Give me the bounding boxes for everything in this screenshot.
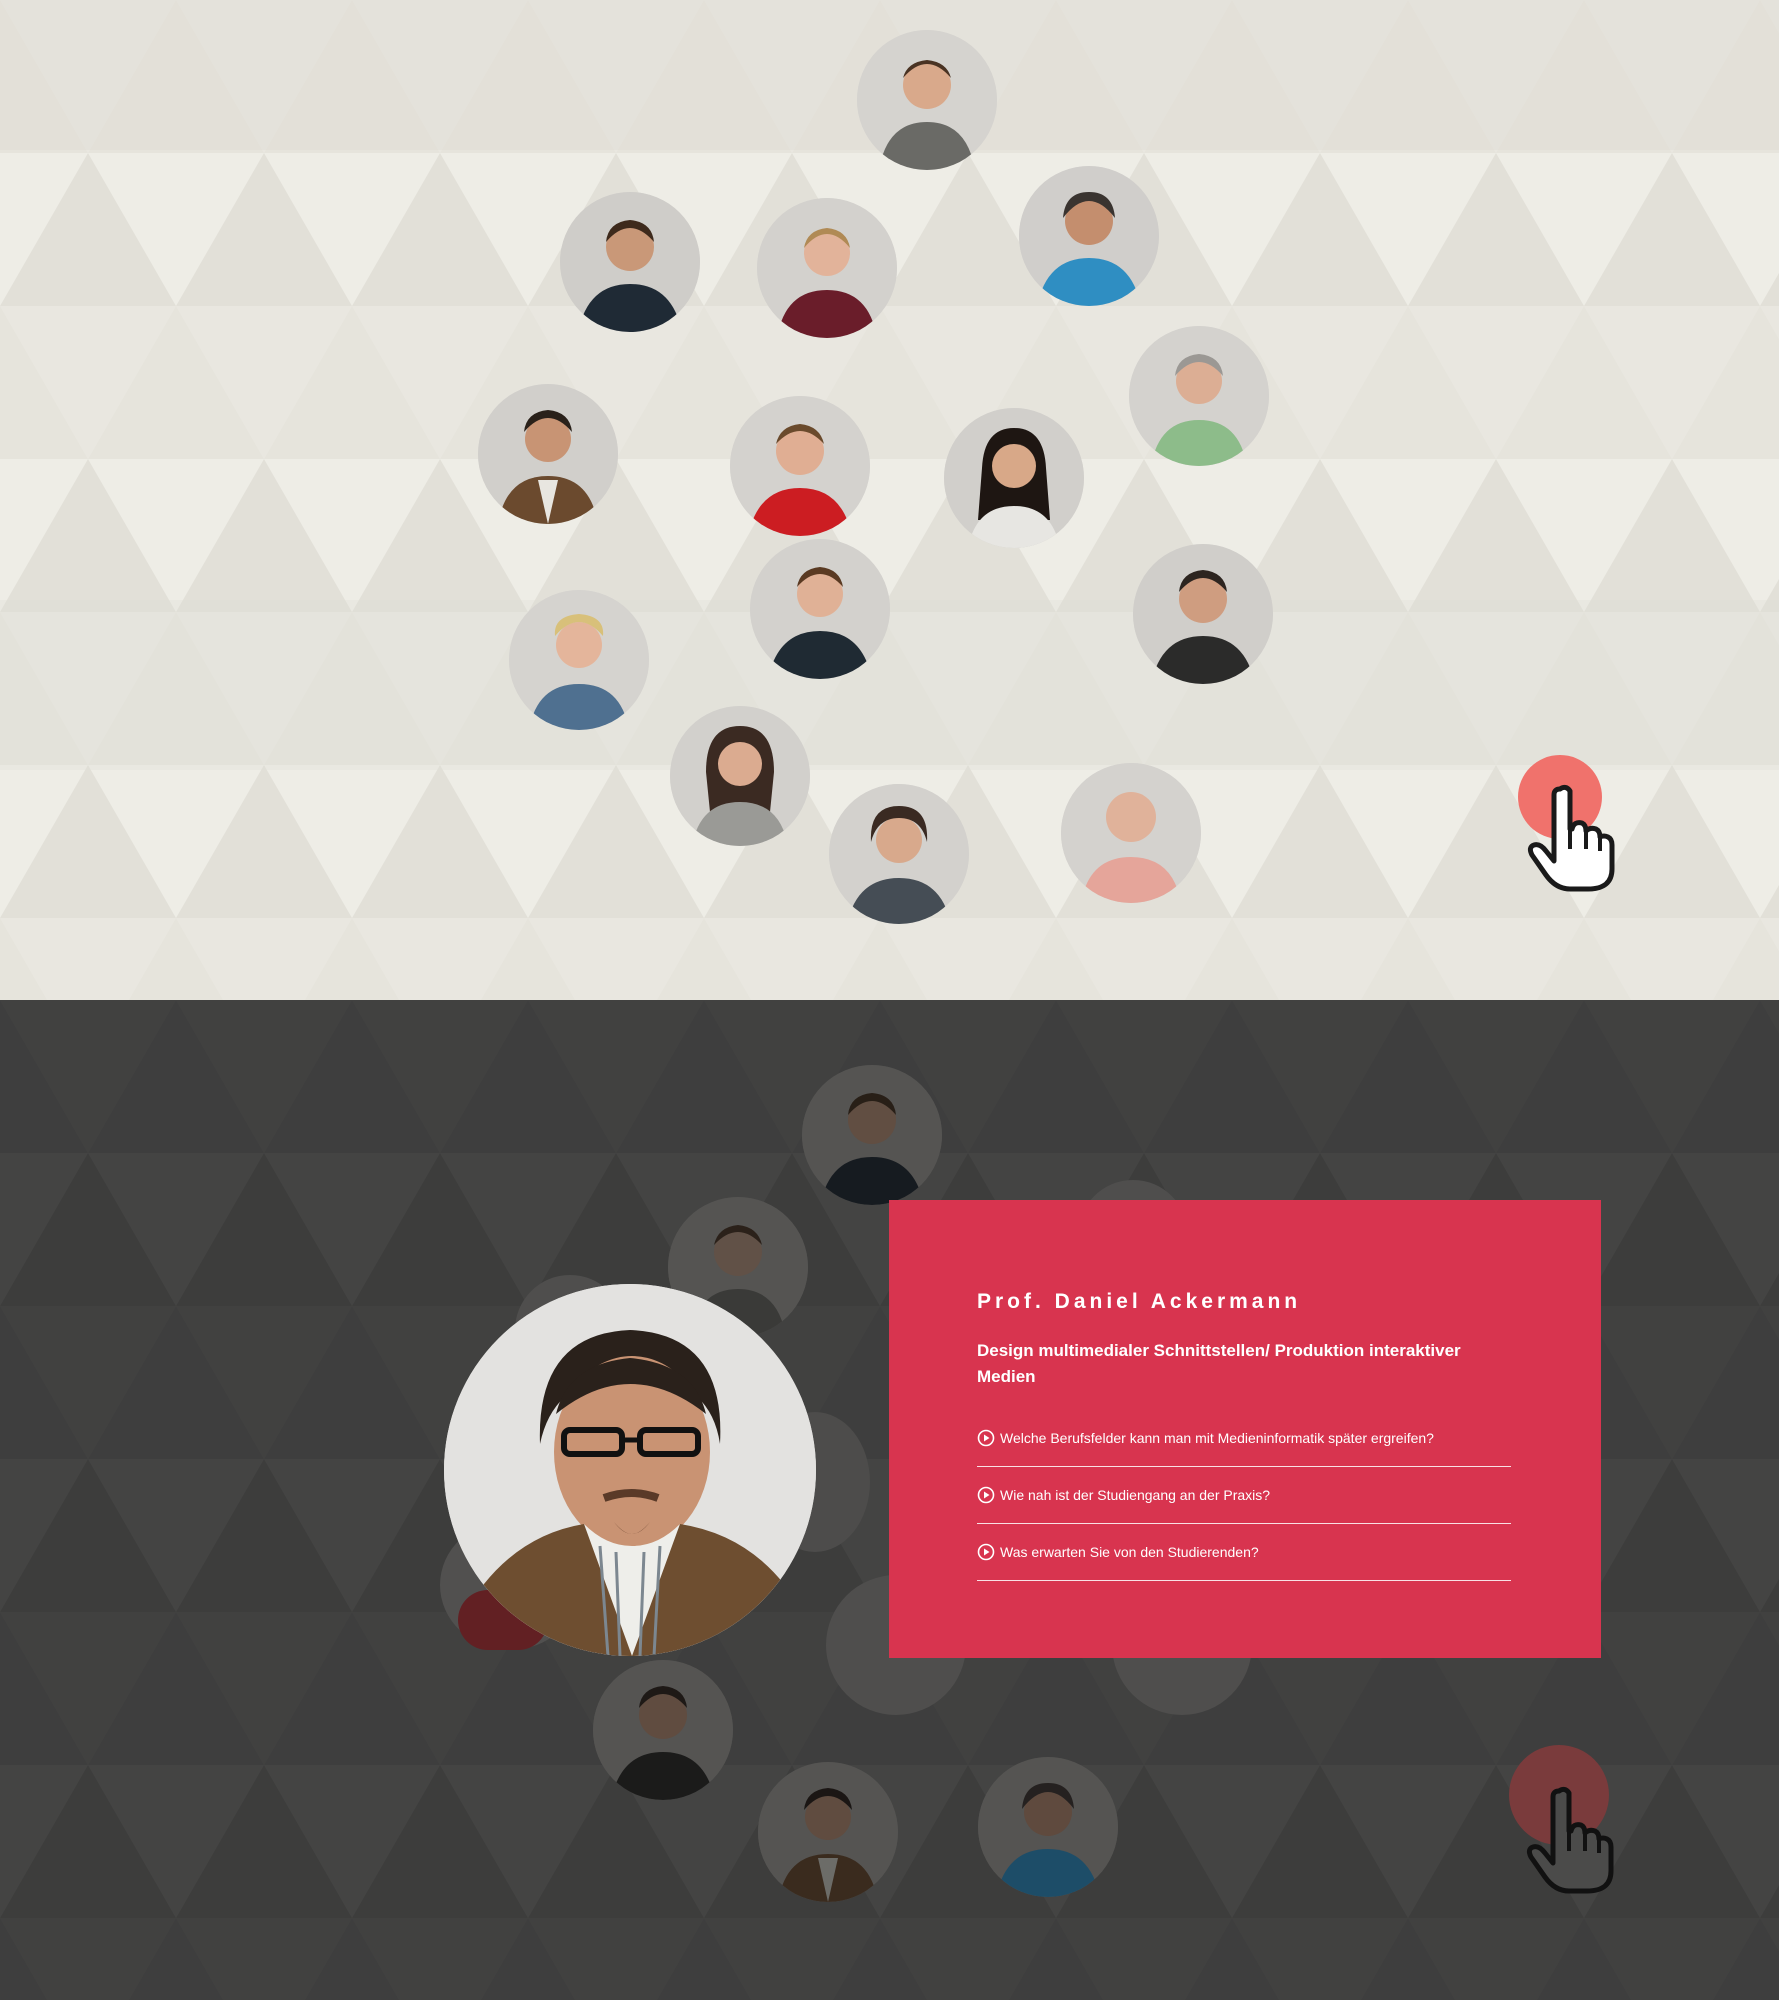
- person-portrait-icon: [444, 1284, 816, 1656]
- profile-photo: [444, 1284, 816, 1656]
- person-portrait-icon: [944, 408, 1084, 548]
- person-avatar[interactable]: [857, 30, 997, 170]
- play-circle-icon: [977, 1486, 995, 1504]
- profile-subject: Design multimedialer Schnittstellen/ Pro…: [977, 1341, 1461, 1386]
- question-item[interactable]: Wie nah ist der Studiengang an der Praxi…: [977, 1467, 1511, 1524]
- tap-hint: [1509, 1745, 1619, 1894]
- question-label: Welche Berufsfelder kann man mit Medieni…: [1000, 1430, 1434, 1446]
- person-avatar[interactable]: [560, 192, 700, 332]
- person-portrait-icon: [857, 30, 997, 170]
- pointing-hand-icon: [1526, 1786, 1614, 1894]
- tap-hint: [1518, 755, 1628, 892]
- question-label: Wie nah ist der Studiengang an der Praxi…: [1000, 1487, 1271, 1503]
- pointing-hand-icon: [1527, 784, 1615, 892]
- people-overview-panel: [0, 0, 1779, 1000]
- person-avatar[interactable]: [1129, 326, 1269, 466]
- person-portrait-icon: [1133, 544, 1273, 684]
- person-portrait-icon: [1061, 763, 1201, 903]
- play-circle-icon: [977, 1543, 995, 1561]
- person-portrait-icon: [802, 1065, 942, 1205]
- person-avatar[interactable]: [593, 1660, 733, 1800]
- person-avatar[interactable]: [1061, 763, 1201, 903]
- person-avatar[interactable]: [757, 198, 897, 338]
- person-avatar[interactable]: [944, 408, 1084, 548]
- profile-name: Prof. Daniel Ackermann: [977, 1290, 1302, 1313]
- person-portrait-icon: [829, 784, 969, 924]
- person-portrait-icon: [1019, 166, 1159, 306]
- person-avatar[interactable]: [509, 590, 649, 730]
- person-portrait-icon: [509, 590, 649, 730]
- person-avatar[interactable]: [829, 784, 969, 924]
- person-avatar[interactable]: [478, 384, 618, 524]
- question-item[interactable]: Welche Berufsfelder kann man mit Medieni…: [977, 1410, 1511, 1467]
- person-portrait-icon: [670, 706, 810, 846]
- person-portrait-icon: [478, 384, 618, 524]
- person-avatar[interactable]: [802, 1065, 942, 1205]
- profile-info-card: Prof. Daniel Ackermann Design multimedia…: [889, 1200, 1601, 1658]
- person-avatar[interactable]: [670, 706, 810, 846]
- question-item[interactable]: Was erwarten Sie von den Studierenden?: [977, 1524, 1511, 1581]
- person-portrait-icon: [560, 192, 700, 332]
- person-avatar[interactable]: [1019, 166, 1159, 306]
- person-detail-panel: Prof. Daniel Ackermann Design multimedia…: [0, 1000, 1779, 2000]
- person-portrait-icon: [750, 539, 890, 679]
- person-portrait-icon: [757, 198, 897, 338]
- play-circle-icon: [977, 1429, 995, 1447]
- person-portrait-icon: [978, 1757, 1118, 1897]
- person-avatar[interactable]: [1133, 544, 1273, 684]
- person-portrait-icon: [758, 1762, 898, 1902]
- person-avatar[interactable]: [730, 396, 870, 536]
- person-avatar[interactable]: [978, 1757, 1118, 1897]
- question-list: Welche Berufsfelder kann man mit Medieni…: [977, 1410, 1511, 1581]
- person-avatar[interactable]: [750, 539, 890, 679]
- person-portrait-icon: [593, 1660, 733, 1800]
- person-avatar[interactable]: [758, 1762, 898, 1902]
- question-label: Was erwarten Sie von den Studierenden?: [1000, 1544, 1259, 1560]
- person-portrait-icon: [730, 396, 870, 536]
- person-portrait-icon: [1129, 326, 1269, 466]
